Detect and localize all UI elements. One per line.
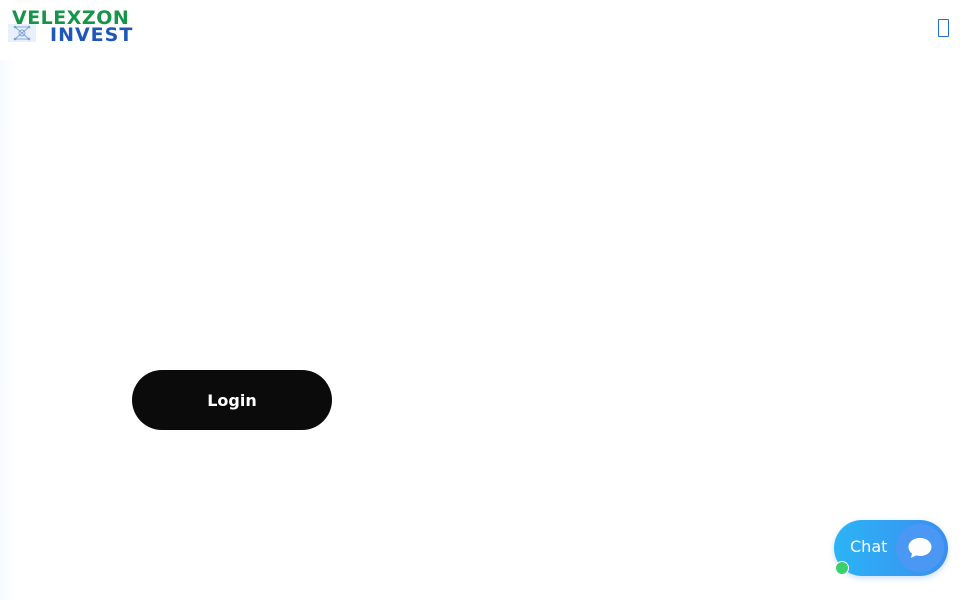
brand-name-line2: INVEST (50, 24, 134, 46)
online-status-dot (835, 561, 849, 575)
menu-icon-glyph (938, 19, 949, 37)
menu-icon[interactable] (936, 17, 950, 39)
login-button[interactable]: Login (132, 370, 332, 430)
chat-label: Chat (850, 537, 888, 556)
network-icon (8, 24, 36, 42)
brand-logo[interactable]: VELEXZON INVEST (8, 8, 160, 46)
chat-bubble-icon (896, 524, 944, 572)
chat-widget-button[interactable]: Chat (834, 520, 948, 576)
site-header: VELEXZON INVEST (0, 0, 960, 56)
background-edge (0, 60, 16, 600)
page: VELEXZON INVEST Login Chat (0, 0, 960, 600)
